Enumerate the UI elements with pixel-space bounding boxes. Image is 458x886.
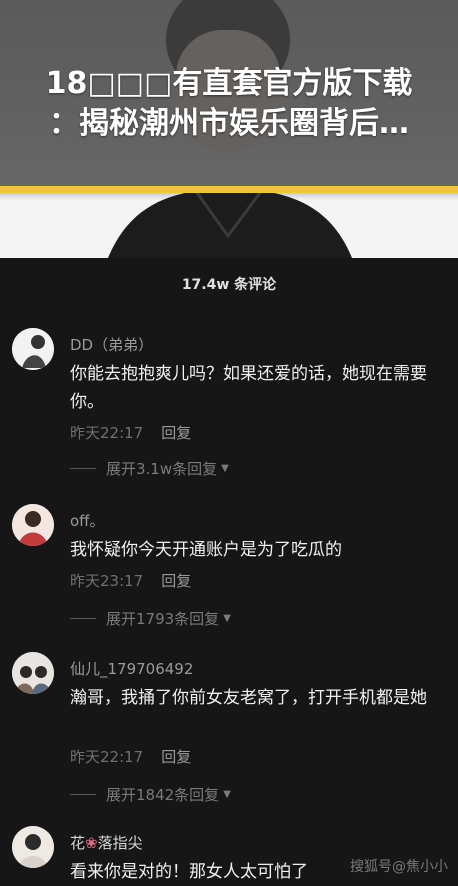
expand-replies-label: 展开1793条回复 [106,610,220,628]
chevron-down-icon: ▼ [223,613,231,624]
comment-meta: 昨天23:17 回复 [70,570,191,591]
video-frame: 18□□□有直套官方版下载 ：揭秘潮州市娱乐圈背后… [0,0,458,258]
divider-dash [70,618,96,619]
avatar[interactable] [12,504,54,546]
comment-text: 你能去抱抱爽儿吗？如果还爱的话，她现在需要你。 [70,364,427,412]
comment-time: 昨天23:17 [70,572,144,590]
username-part: 落指尖 [97,834,143,852]
comment-username[interactable]: 花❀落指尖 [70,832,143,853]
headline-title: 18□□□有直套官方版下载 ：揭秘潮州市娱乐圈背后… [0,64,458,144]
divider-dash [70,468,96,469]
reply-button[interactable]: 回复 [161,748,191,766]
reply-button[interactable]: 回复 [161,572,191,590]
comment-username[interactable]: off。 [70,510,105,531]
expand-replies-button[interactable]: 展开3.1w条回复 ▼ [70,458,229,479]
comment-time: 昨天22:17 [70,748,144,766]
headline-line-1: 18□□□有直套官方版下载 [45,66,413,101]
comment-time: 昨天22:17 [70,424,144,442]
comment-text: 瀚哥，我捅了你前女友老窝了，打开手机都是她 [70,688,427,708]
flower-icon: ❀ [85,834,98,852]
expand-replies-label: 展开1842条回复 [106,786,220,804]
accent-bar [0,186,458,193]
watermark: 搜狐号@焦小小 [350,859,448,875]
username-part: 花 [70,834,86,852]
chevron-down-icon: ▼ [221,463,229,474]
reply-button[interactable]: 回复 [161,424,191,442]
comment-username[interactable]: DD（弟弟） [70,334,153,355]
comment-meta: 昨天22:17 回复 [70,746,191,767]
divider-dash [70,794,96,795]
avatar[interactable] [12,328,54,370]
expand-replies-button[interactable]: 展开1793条回复 ▼ [70,608,231,629]
headline-overlay: 18□□□有直套官方版下载 ：揭秘潮州市娱乐圈背后… [0,0,458,186]
expand-replies-label: 展开3.1w条回复 [106,460,218,478]
headline-line-2: ：揭秘潮州市娱乐圈背后… [49,106,409,141]
comment-meta: 昨天22:17 回复 [70,422,191,443]
expand-replies-button[interactable]: 展开1842条回复 ▼ [70,784,231,805]
comment-count: 17.4w 条评论 [181,277,277,293]
avatar[interactable] [12,652,54,694]
comment-panel: 17.4w 条评论 DD（弟弟） 你能去抱抱爽儿吗？如果还爱的话，她现在需要你。… [0,258,458,882]
avatar[interactable] [12,826,54,868]
comment-username[interactable]: 仙儿_179706492 [70,658,193,679]
comment-text: 我怀疑你今天开通账户是为了吃瓜的 [70,540,342,560]
chevron-down-icon: ▼ [223,789,231,800]
